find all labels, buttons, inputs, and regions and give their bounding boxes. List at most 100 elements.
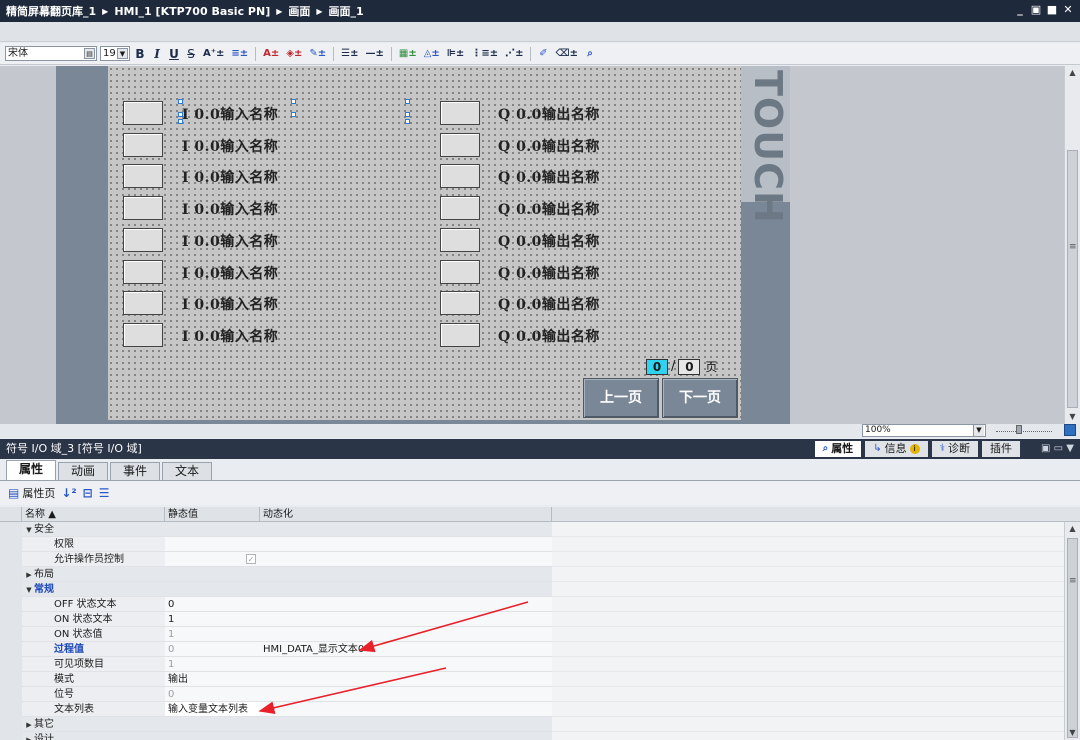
output-name-label[interactable]: Q 0.0输出名称	[498, 263, 600, 283]
line-width-button[interactable]: —±	[363, 46, 385, 62]
input-io-field[interactable]	[123, 322, 163, 347]
text-align-button[interactable]: ≡±	[229, 46, 250, 62]
font-size-select[interactable]: 19 ▼	[100, 46, 130, 61]
input-name-label[interactable]: I 0.0输入名称	[182, 167, 278, 187]
property-group-row[interactable]: ▶ 布局	[0, 567, 1064, 582]
property-static-value[interactable]: 1	[165, 657, 260, 672]
subtab-texts[interactable]: 文本	[162, 462, 213, 480]
scroll-thumb[interactable]	[1067, 150, 1078, 408]
property-row[interactable]: 模式 输出	[0, 672, 1064, 687]
bold-button[interactable]: B	[133, 46, 147, 62]
input-io-field[interactable]	[123, 259, 163, 284]
font-size-up-button[interactable]: A⁺±	[201, 46, 226, 62]
zoom-slider-knob[interactable]	[1016, 425, 1022, 434]
property-dynamic-value[interactable]	[260, 687, 552, 702]
zoom-selection-button[interactable]: ⌕	[583, 46, 597, 62]
property-row[interactable]: 允许操作员控制 ✓	[0, 552, 1064, 567]
scroll-thumb[interactable]	[1067, 538, 1078, 738]
property-group-row[interactable]: ▶ 其它	[0, 717, 1064, 732]
operator-control-checkbox[interactable]: ✓	[246, 554, 256, 564]
output-name-label[interactable]: Q 0.0输出名称	[498, 104, 600, 124]
output-name-label[interactable]: Q 0.0输出名称	[498, 199, 600, 219]
column-static[interactable]: 静态值	[165, 507, 260, 522]
column-dynamic[interactable]: 动态化	[260, 507, 552, 522]
expand-icon[interactable]: ▶	[24, 568, 34, 583]
input-io-field[interactable]	[123, 132, 163, 157]
breadcrumb-screen[interactable]: 画面_1	[329, 3, 364, 19]
output-io-field[interactable]	[440, 227, 480, 252]
font-family-select[interactable]: 宋体 ▤	[5, 46, 97, 61]
selection-handle[interactable]	[405, 119, 410, 124]
collapse-icon[interactable]: ▼	[24, 583, 34, 598]
output-name-label[interactable]: Q 0.0输出名称	[498, 167, 600, 187]
text-color-button[interactable]: A±	[261, 46, 281, 62]
property-static-value[interactable]: 1	[165, 612, 260, 627]
next-page-button[interactable]: 下一页	[662, 378, 738, 418]
distribute-button[interactable]: ⋮≡±	[469, 46, 500, 62]
tab-properties[interactable]: ⌕ 属性	[814, 441, 862, 457]
current-page-field[interactable]: 0	[646, 358, 668, 375]
property-group-row[interactable]: ▼ 安全	[0, 522, 1064, 537]
input-io-field[interactable]	[123, 101, 163, 125]
breadcrumb-device[interactable]: HMI_1 [KTP700 Basic PN]	[114, 5, 270, 18]
eraser-button[interactable]: ⌫±	[553, 46, 580, 62]
property-row[interactable]: ON 状态值 1	[0, 627, 1064, 642]
editor-vertical-scrollbar[interactable]: ▲ ≡ ▼	[1064, 66, 1080, 424]
input-name-label[interactable]: I 0.0输入名称	[182, 294, 278, 314]
selection-handle[interactable]	[178, 99, 183, 104]
property-dynamic-value[interactable]	[260, 657, 552, 672]
input-name-label[interactable]: I 0.0输入名称	[182, 136, 278, 156]
property-static-value[interactable]: 0	[165, 597, 260, 612]
input-name-label[interactable]: I 0.0输入名称	[182, 231, 278, 251]
property-static-value[interactable]: 输出	[165, 672, 260, 687]
output-io-field[interactable]	[440, 101, 480, 125]
maximize-icon[interactable]: ■	[1046, 3, 1058, 17]
fill-pattern-button[interactable]: ◬±	[422, 46, 442, 62]
property-static-value[interactable]: ✓	[165, 552, 260, 567]
output-name-label[interactable]: Q 0.0输出名称	[498, 326, 600, 346]
property-row[interactable]: 权限	[0, 537, 1064, 552]
group-view-icon[interactable]: ⊟	[83, 486, 93, 500]
chevron-down-icon[interactable]: ▼	[117, 48, 128, 59]
grid-vertical-scrollbar[interactable]: ▲ ≡ ▼	[1064, 522, 1080, 740]
selection-handle[interactable]	[405, 99, 410, 104]
spacing-button[interactable]: ⋰±	[503, 46, 525, 62]
property-static-value[interactable]: 输入变量文本列表	[165, 702, 260, 717]
input-io-field[interactable]	[123, 196, 163, 221]
zoom-select[interactable]: 100% ▼	[862, 424, 986, 437]
italic-button[interactable]: I	[150, 46, 164, 62]
zoom-fit-icon[interactable]	[1064, 424, 1076, 436]
sort-icon[interactable]: ↓²	[61, 486, 76, 500]
property-row[interactable]: ON 状态文本 1	[0, 612, 1064, 627]
strikethrough-button[interactable]: S	[184, 46, 198, 62]
format-painter-button[interactable]: ✐	[536, 46, 550, 62]
property-dynamic-value[interactable]	[260, 702, 552, 717]
prev-page-button[interactable]: 上一页	[583, 378, 659, 418]
property-dynamic-value[interactable]	[260, 597, 552, 612]
input-io-field[interactable]	[123, 164, 163, 189]
arrange-button[interactable]: ▦±	[397, 46, 419, 62]
subtab-events[interactable]: 事件	[110, 462, 161, 480]
chevron-down-icon[interactable]: ▼	[973, 425, 984, 436]
property-row[interactable]: 过程值 0 HMI_DATA_显示文本0	[0, 642, 1064, 657]
tab-plugins[interactable]: 插件	[982, 441, 1020, 457]
output-name-label[interactable]: Q 0.0输出名称	[498, 231, 600, 251]
output-io-field[interactable]	[440, 196, 480, 221]
property-row[interactable]: 可见项数目 1	[0, 657, 1064, 672]
property-row[interactable]: 文本列表 输入变量文本列表	[0, 702, 1064, 717]
line-color-button[interactable]: ✎±	[307, 46, 328, 62]
fill-color-button[interactable]: ◈±	[284, 46, 304, 62]
scroll-up-icon[interactable]: ▲	[1065, 66, 1080, 80]
tab-info[interactable]: ↳ 信息 i	[865, 441, 928, 457]
line-style-button[interactable]: ☰±	[339, 46, 360, 62]
subtab-properties[interactable]: 属性	[6, 460, 57, 480]
scroll-down-icon[interactable]: ▼	[1065, 410, 1080, 424]
property-dynamic-value[interactable]	[260, 552, 552, 567]
property-static-value[interactable]: 0	[165, 687, 260, 702]
input-name-label[interactable]: I 0.0输入名称	[182, 104, 278, 124]
underline-button[interactable]: U	[167, 46, 181, 62]
selection-handle[interactable]	[178, 119, 183, 124]
property-row[interactable]: OFF 状态文本 0	[0, 597, 1064, 612]
font-dropdown-icon[interactable]: ▤	[84, 48, 95, 59]
minimize-icon[interactable]: _	[1014, 3, 1026, 17]
